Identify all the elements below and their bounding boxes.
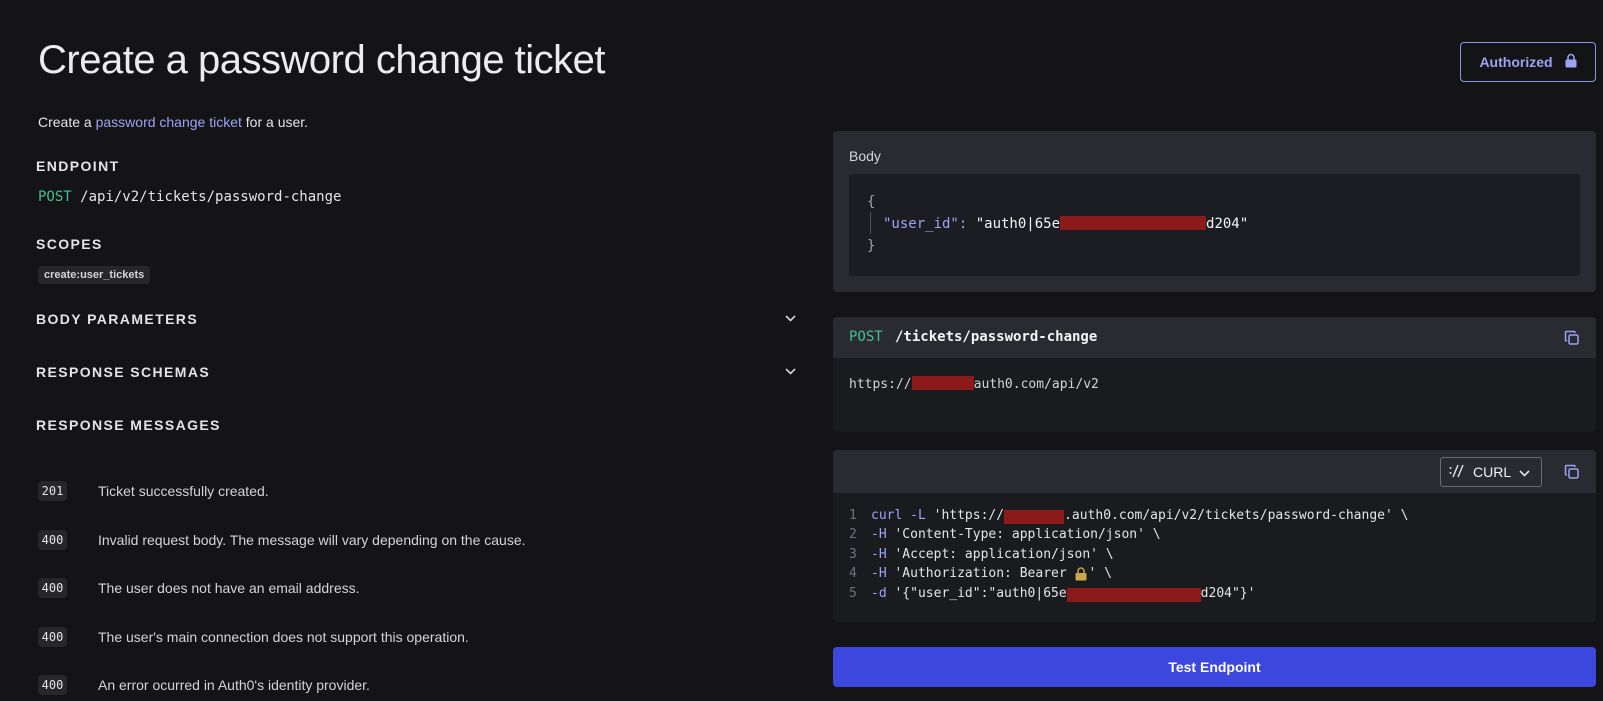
- authorized-label: Authorized: [1479, 54, 1553, 70]
- redaction-mark: [911, 376, 974, 390]
- lock-icon: [1565, 53, 1577, 71]
- base-url: https://auth0.com/api/v2: [849, 376, 1099, 392]
- code-line: 1 curl -L 'https://.auth0.com/api/v2/tic…: [849, 508, 1409, 524]
- code-line: 3 -H 'Accept: application/json' \: [849, 546, 1114, 562]
- body-parameters-toggle[interactable]: BODY PARAMETERS: [36, 311, 198, 327]
- request-header: POST /tickets/password-change: [833, 317, 1596, 358]
- request-panel: POST /tickets/password-change https://au…: [833, 317, 1596, 432]
- endpoint-path: /api/v2/tickets/password-change: [80, 189, 342, 205]
- password-change-ticket-link[interactable]: password change ticket: [96, 114, 242, 130]
- chevron-down-icon[interactable]: [785, 315, 796, 325]
- body-user-id-line: "user_id": "auth0|65e d204": [883, 216, 1249, 232]
- page-title: Create a password change ticket: [38, 38, 606, 82]
- body-editor[interactable]: { "user_id": "auth0|65e d204" }: [849, 174, 1580, 276]
- response-message: An error ocurred in Auth0's identity pro…: [98, 677, 370, 693]
- copy-icon[interactable]: [1564, 464, 1580, 480]
- endpoint-line: POST /api/v2/tickets/password-change: [38, 189, 341, 205]
- code-line: 2 -H 'Content-Type: application/json' \: [849, 527, 1161, 543]
- redaction-mark: [1004, 510, 1065, 524]
- response-row: 400 An error ocurred in Auth0's identity…: [38, 674, 370, 696]
- code-sample-panel: CURL 1 curl -L 'https://.auth0.com/api/v…: [833, 450, 1596, 622]
- response-row: 400 The user does not have an email addr…: [38, 577, 360, 599]
- test-endpoint-button[interactable]: Test Endpoint: [833, 647, 1596, 687]
- lock-icon: [1075, 566, 1089, 585]
- page-description: Create a password change ticket for a us…: [38, 114, 309, 130]
- status-code-badge: 400: [38, 627, 67, 647]
- scope-tag: create:user_tickets: [38, 266, 151, 284]
- slashes-icon: [1449, 464, 1465, 481]
- indent-guide: [870, 212, 871, 234]
- response-row: 400 The user's main connection does not …: [38, 626, 469, 648]
- request-path: /tickets/password-change: [895, 329, 1098, 345]
- response-message: The user's main connection does not supp…: [98, 629, 469, 645]
- authorized-button[interactable]: Authorized: [1460, 42, 1596, 82]
- language-label: CURL: [1473, 464, 1512, 480]
- status-code-badge: 400: [38, 578, 67, 598]
- code-line: 5 -d '{"user_id":"auth0|65e d204"}': [849, 585, 1256, 602]
- status-code-badge: 400: [38, 530, 67, 550]
- code-line: 4 -H 'Authorization: Bearer ' \: [849, 566, 1408, 585]
- status-code-badge: 201: [38, 481, 67, 501]
- language-select[interactable]: CURL: [1440, 457, 1542, 487]
- redaction-mark: [1066, 587, 1201, 602]
- response-row: 201 Ticket successfully created.: [38, 480, 269, 502]
- endpoint-method: POST: [38, 189, 72, 205]
- endpoint-heading: ENDPOINT: [36, 158, 120, 174]
- response-message: The user does not have an email address.: [98, 580, 360, 596]
- chevron-down-icon: [1519, 464, 1530, 480]
- response-schemas-toggle[interactable]: RESPONSE SCHEMAS: [36, 364, 210, 380]
- code-sample-header: CURL: [833, 450, 1596, 493]
- scopes-heading: SCOPES: [36, 236, 103, 252]
- response-message: Invalid request body. The message will v…: [98, 532, 526, 548]
- status-code-badge: 400: [38, 675, 67, 695]
- response-message: Ticket successfully created.: [98, 483, 269, 499]
- chevron-down-icon[interactable]: [785, 368, 796, 378]
- body-panel: Body { "user_id": "auth0|65e d204" }: [833, 131, 1596, 292]
- copy-icon[interactable]: [1564, 330, 1580, 346]
- curl-code-block[interactable]: 1 curl -L 'https://.auth0.com/api/v2/tic…: [849, 508, 1408, 605]
- redaction-mark: [1060, 216, 1207, 230]
- response-row: 400 Invalid request body. The message wi…: [38, 529, 526, 551]
- response-messages-heading: RESPONSE MESSAGES: [36, 417, 221, 433]
- body-label: Body: [849, 148, 881, 164]
- request-method: POST: [849, 329, 883, 345]
